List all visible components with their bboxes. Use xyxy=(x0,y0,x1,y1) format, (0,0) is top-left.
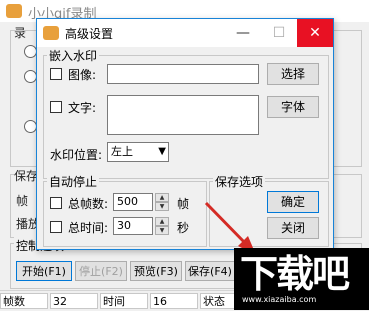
status-time-label: 时间 xyxy=(100,293,148,309)
dialog-app-icon xyxy=(43,26,59,40)
autostop-group-label: 自动停止 xyxy=(47,173,100,190)
total-frames-checkbox[interactable] xyxy=(50,197,62,209)
stop-button[interactable]: 停止(F2) xyxy=(75,261,127,281)
image-path-input[interactable] xyxy=(107,64,259,84)
save-options-group-label: 保存选项 xyxy=(213,173,266,190)
total-frames-spinner[interactable]: ▲ ▼ xyxy=(155,193,169,211)
position-select[interactable]: 左上 ▼ xyxy=(107,142,169,162)
dialog-titlebar[interactable]: 高级设置 — ☐ ✕ xyxy=(37,19,333,47)
total-time-input[interactable]: 30 xyxy=(113,217,153,235)
ok-button[interactable]: 确定 xyxy=(267,191,319,213)
spin-up-icon[interactable]: ▲ xyxy=(155,193,169,202)
dialog-title: 高级设置 xyxy=(65,27,114,41)
spin-down-icon[interactable]: ▼ xyxy=(155,202,169,211)
close-button[interactable]: 关闭 xyxy=(267,217,319,239)
site-watermark-logo: 下载吧 www.xiazaiba.com xyxy=(234,248,369,310)
status-time-value: 16 xyxy=(150,293,198,309)
status-frames-label: 帧数 xyxy=(0,293,48,309)
position-label: 水印位置: xyxy=(50,148,103,162)
minimize-button[interactable]: — xyxy=(225,19,261,47)
image-checkbox[interactable] xyxy=(50,68,62,80)
total-time-label: 总时间: xyxy=(68,221,109,235)
watermark-logo-text: 下载吧 xyxy=(240,252,350,296)
save-button[interactable]: 保存(F4) xyxy=(185,261,235,281)
frames-unit-label: 帧 xyxy=(177,197,190,211)
total-time-spinner[interactable]: ▲ ▼ xyxy=(155,217,169,235)
start-button[interactable]: 开始(F1) xyxy=(16,261,72,281)
watermark-group-label: 嵌入水印 xyxy=(47,47,100,64)
dialog-close-button[interactable]: ✕ xyxy=(297,19,333,47)
total-time-checkbox[interactable] xyxy=(50,221,62,233)
status-frames-value: 32 xyxy=(50,293,98,309)
watermark-text-input[interactable] xyxy=(107,95,259,135)
image-label: 图像: xyxy=(68,68,97,82)
spin-down-icon[interactable]: ▼ xyxy=(155,226,169,235)
save-group-label: 保存 xyxy=(14,167,36,184)
position-selected-value: 左上 xyxy=(111,145,133,158)
seconds-unit-label: 秒 xyxy=(177,221,190,235)
font-button[interactable]: 字体 xyxy=(267,96,319,118)
spin-up-icon[interactable]: ▲ xyxy=(155,217,169,226)
maximize-button[interactable]: ☐ xyxy=(261,19,297,47)
status-state-label: 状态 xyxy=(200,293,236,309)
app-icon xyxy=(6,4,22,18)
text-checkbox[interactable] xyxy=(50,101,62,113)
preview-button[interactable]: 预览(F3) xyxy=(130,261,182,281)
select-image-button[interactable]: 选择 xyxy=(267,63,319,85)
advanced-settings-dialog: 高级设置 — ☐ ✕ 嵌入水印 图像: 选择 文字: 字体 水印位置: 左上 ▼… xyxy=(36,18,334,250)
total-frames-label: 总帧数: xyxy=(68,197,109,211)
watermark-logo-url: www.xiazaiba.com xyxy=(242,295,317,304)
play-partial-label: 播放 xyxy=(16,217,36,231)
total-frames-input[interactable]: 500 xyxy=(113,193,153,211)
text-label: 文字: xyxy=(68,101,97,115)
frames-partial-label: 帧 xyxy=(16,194,29,208)
chevron-down-icon: ▼ xyxy=(158,146,166,157)
autostop-groupbox xyxy=(43,181,207,247)
